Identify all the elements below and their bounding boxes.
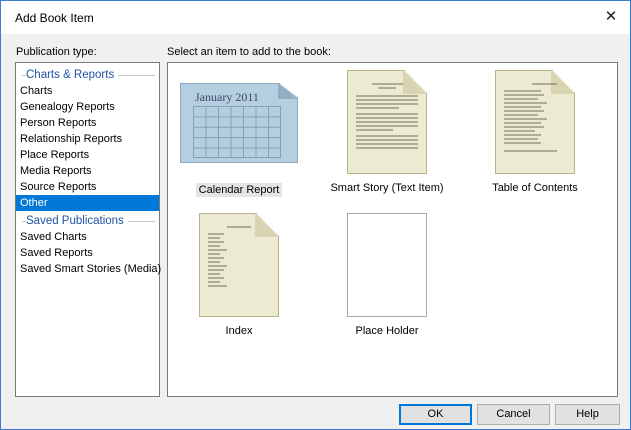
tile-calendar-report[interactable]: January 2011 Calendar Report [169, 83, 309, 197]
tile-place-holder[interactable]: Place Holder [317, 213, 457, 338]
calendar-thumbnail: January 2011 [180, 83, 298, 163]
list-item-charts[interactable]: Charts [16, 83, 159, 99]
window-title: Add Book Item [15, 11, 94, 25]
list-item-place-reports[interactable]: Place Reports [16, 147, 159, 163]
list-item-saved-charts[interactable]: Saved Charts [16, 229, 159, 245]
place-holder-thumbnail [347, 213, 427, 317]
select-item-label: Select an item to add to the book: [167, 46, 331, 58]
index-thumbnail [199, 213, 279, 317]
list-item-media-reports[interactable]: Media Reports [16, 163, 159, 179]
title-bar: Add Book Item ✕ [0, 0, 631, 34]
tile-table-of-contents[interactable]: Table of Contents [465, 70, 605, 195]
calendar-thumb-title: January 2011 [195, 90, 259, 104]
cancel-button[interactable]: Cancel [477, 404, 550, 425]
list-item-saved-smart-stories[interactable]: Saved Smart Stories (Media) [16, 261, 161, 277]
list-item-genealogy-reports[interactable]: Genealogy Reports [16, 99, 159, 115]
dialog-body: Publication type: Select an item to add … [0, 34, 631, 430]
tile-index[interactable]: Index [169, 213, 309, 338]
close-icon[interactable]: ✕ [596, 2, 626, 32]
list-item-source-reports[interactable]: Source Reports [16, 179, 159, 195]
list-item-other[interactable]: Other [16, 195, 159, 211]
list-item-saved-reports[interactable]: Saved Reports [16, 245, 159, 261]
tile-label: Index [225, 325, 253, 337]
publication-type-label: Publication type: [16, 46, 97, 58]
smart-story-thumbnail [347, 70, 427, 174]
group-header-charts-reports: Charts & Reports [16, 67, 159, 83]
help-button[interactable]: Help [555, 404, 620, 425]
tile-label: Calendar Report [195, 183, 283, 197]
list-item-relationship-reports[interactable]: Relationship Reports [16, 131, 159, 147]
list-item-person-reports[interactable]: Person Reports [16, 115, 159, 131]
tile-label: Table of Contents [492, 182, 578, 194]
table-of-contents-thumbnail [495, 70, 575, 174]
ok-button[interactable]: OK [399, 404, 472, 425]
tile-smart-story[interactable]: Smart Story (Text Item) [317, 70, 457, 195]
item-gallery: January 2011 Calendar Report Smart Story… [167, 62, 618, 397]
group-header-saved-publications: Saved Publications [16, 213, 159, 229]
tile-label: Smart Story (Text Item) [330, 182, 444, 194]
tile-label: Place Holder [355, 325, 419, 337]
publication-type-list[interactable]: Charts & Reports Charts Genealogy Report… [15, 62, 161, 397]
